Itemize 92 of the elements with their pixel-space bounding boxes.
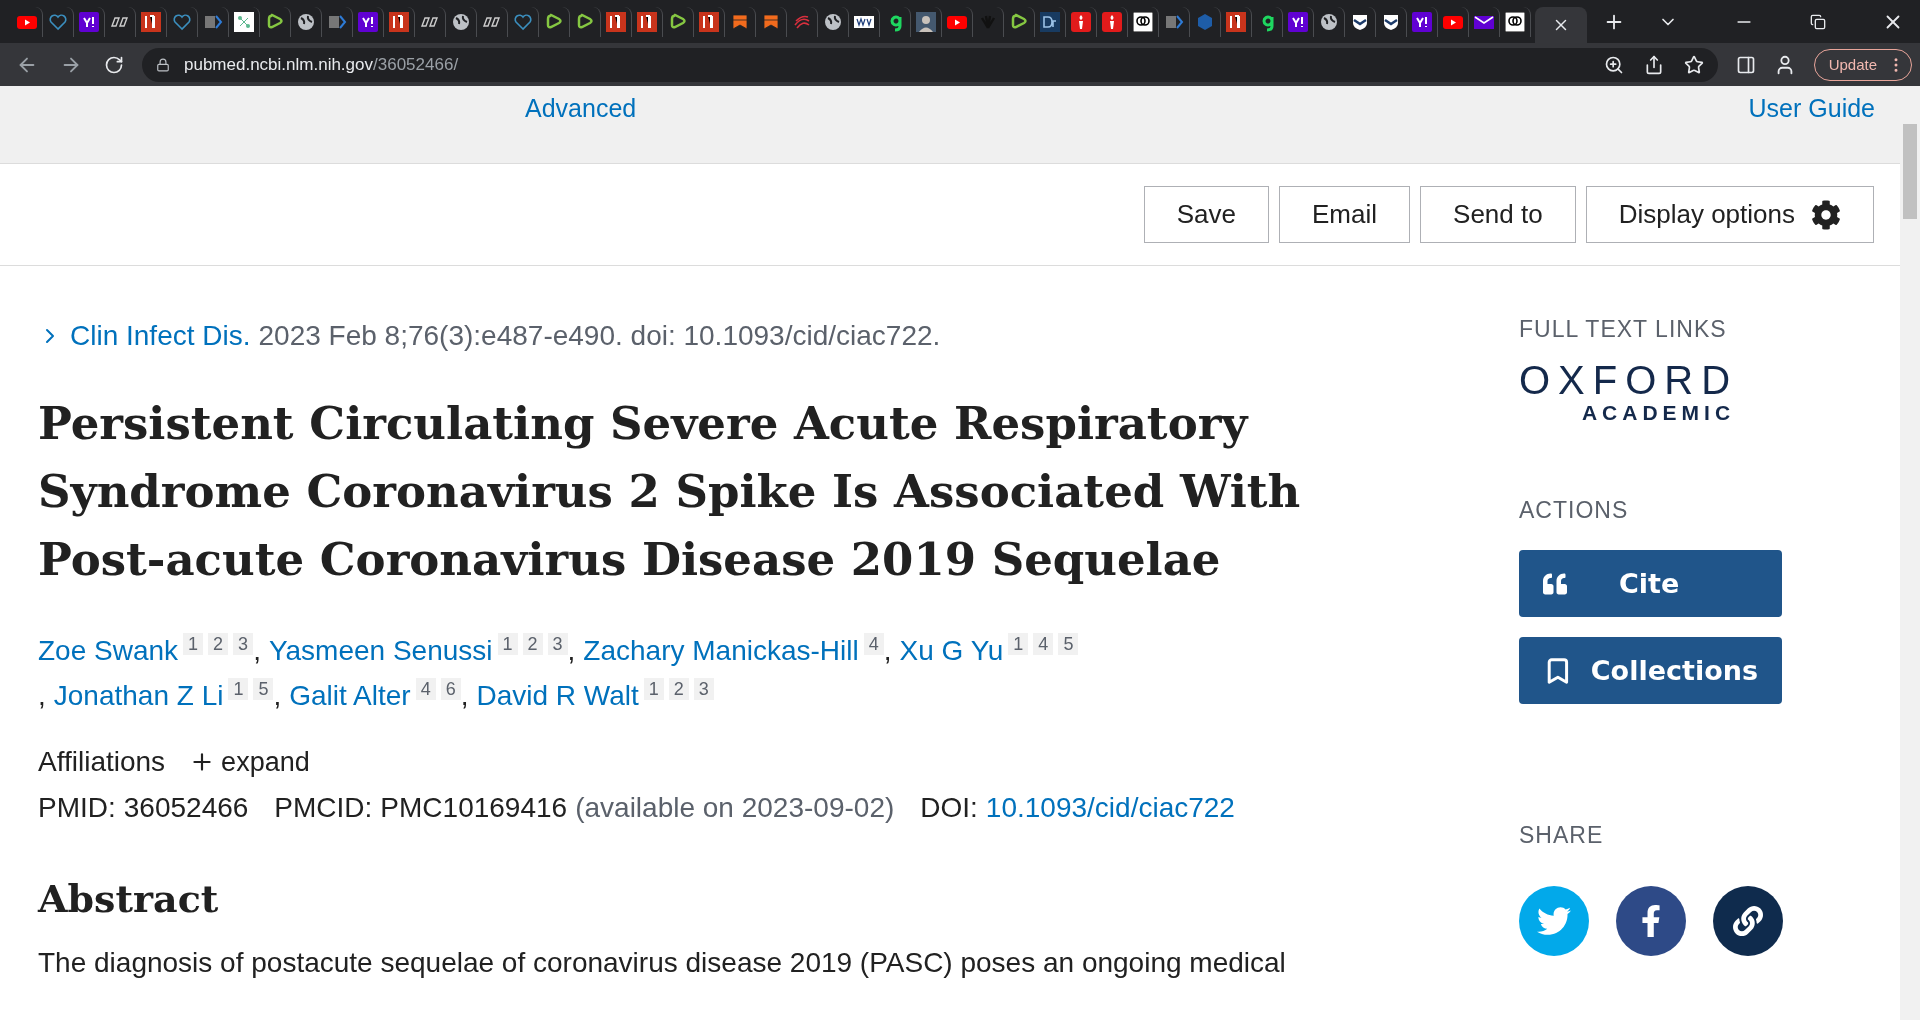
logo-icon — [1288, 11, 1308, 32]
affiliation-number[interactable]: 1 — [497, 633, 518, 655]
header-link[interactable]: User Guide — [1748, 94, 1875, 123]
affiliation-number[interactable]: 2 — [668, 678, 689, 700]
star-icon[interactable] — [1683, 54, 1704, 75]
separator-comma: , — [883, 635, 892, 666]
action-button[interactable]: Collections — [1519, 637, 1782, 704]
logo-icon — [637, 11, 657, 32]
logo-icon — [389, 11, 409, 32]
affiliation-number[interactable]: 6 — [440, 678, 461, 700]
logo-icon — [358, 11, 378, 32]
logo-icon — [606, 11, 626, 32]
affiliation-number[interactable]: 1 — [1008, 633, 1029, 655]
id-label: PMID: — [38, 792, 116, 824]
separator-comma: , — [460, 680, 469, 711]
author-link[interactable]: Galit Alter — [289, 680, 411, 711]
abstract-heading: Abstract — [38, 876, 220, 921]
author-link[interactable]: Jonathan Z Li — [53, 680, 224, 711]
logo-icon — [1226, 11, 1246, 32]
settings-icon — [1811, 199, 1841, 230]
journal-link[interactable]: Clin Infect Dis. — [70, 320, 251, 352]
section-heading: SHARE — [1519, 822, 1604, 849]
separator-comma: , — [273, 680, 282, 711]
citation-details: 2023 Feb 8;76(3):e487-e490. doi: 10.1093/cid/ciac722. — [258, 320, 941, 352]
toolbar-button[interactable]: Save — [1143, 186, 1270, 243]
side-panel-icon[interactable] — [1735, 54, 1756, 75]
section-heading: ACTIONS — [1519, 497, 1629, 524]
id-label: PMCID: — [274, 792, 373, 824]
heart-icon — [48, 11, 68, 32]
affiliations-label: Affiliations — [38, 746, 166, 778]
affiliation-number[interactable]: 4 — [863, 633, 884, 655]
availability-note: (available on 2023-09-02) — [575, 792, 895, 824]
separator-comma: , — [38, 680, 46, 711]
torch-icon — [1071, 11, 1091, 32]
affiliation-number[interactable]: 5 — [253, 678, 274, 700]
affiliation-number[interactable]: 1 — [643, 678, 664, 700]
author-link[interactable]: Zoe Swank — [38, 635, 179, 666]
logo-icon — [699, 11, 719, 32]
zoom-icon[interactable] — [1603, 54, 1624, 75]
bird-icon — [1537, 904, 1571, 938]
globe-icon — [296, 11, 316, 32]
link-icon — [1733, 906, 1763, 936]
abstract-text: The diagnosis of postacute sequelae of coronavirus disease 2019 (PASC) poses an ongoing medical — [38, 947, 1287, 979]
publisher-logo[interactable]: OXFORD ACADEMIC — [1519, 359, 1731, 425]
affiliation-number[interactable]: 3 — [547, 633, 568, 655]
toolbar-button[interactable]: Send to — [1420, 186, 1576, 243]
author-link[interactable]: Zachary Manickas-Hill — [583, 635, 859, 666]
lock-icon — [156, 57, 170, 72]
affiliation-number[interactable]: 2 — [208, 633, 229, 655]
avatar-icon — [916, 11, 936, 32]
toolbar-button[interactable]: Display options — [1585, 186, 1874, 243]
logo-icon — [1412, 11, 1432, 32]
author-link[interactable]: Xu G Yu — [899, 635, 1004, 666]
doi-link[interactable]: 10.1093/cid/ciac722 — [985, 792, 1235, 824]
affiliation-number[interactable]: 5 — [1058, 633, 1079, 655]
logo-icon — [141, 11, 161, 32]
heart-icon — [172, 11, 192, 32]
quote-icon — [1543, 571, 1567, 596]
reload-icon[interactable] — [104, 54, 124, 75]
toolbar-button[interactable]: Email — [1279, 186, 1411, 243]
affiliation-number[interactable]: 1 — [228, 678, 249, 700]
affiliation-number[interactable]: 2 — [522, 633, 543, 655]
author-link[interactable]: Yasmeen Senussi — [268, 635, 493, 666]
torch-icon — [1102, 11, 1122, 32]
logo-icon — [234, 11, 254, 32]
logo-icon — [1040, 11, 1060, 32]
affiliation-number[interactable]: 3 — [233, 633, 254, 655]
globe-icon — [1319, 11, 1339, 32]
id-label: DOI: — [920, 792, 978, 824]
affiliation-number[interactable]: 1 — [183, 633, 204, 655]
affiliation-number[interactable]: 4 — [415, 678, 436, 700]
section-heading: FULL TEXT LINKS — [1519, 316, 1727, 343]
action-button[interactable]: Cite — [1519, 550, 1782, 617]
article-title: Persistent Circulating Severe Acute Respiratory Syndrome Coronavirus 2 Spike Is Associated With Post-acute Coronavirus Disease 2019 Sequelae — [38, 396, 1302, 588]
affiliation-number[interactable]: 4 — [1033, 633, 1054, 655]
expand-toggle[interactable]: expand — [175, 746, 310, 778]
header-link[interactable]: Advanced — [525, 94, 637, 123]
separator-comma: , — [567, 635, 576, 666]
cube-icon — [1195, 11, 1215, 32]
heart-icon — [513, 11, 533, 32]
globe-icon — [823, 11, 843, 32]
scrollbar-thumb[interactable] — [1903, 124, 1917, 219]
id-value: 36052466 — [123, 792, 249, 824]
author-link[interactable]: David R Walt — [476, 680, 639, 711]
logo-icon — [1505, 11, 1525, 32]
globe-icon — [451, 11, 471, 32]
logo-icon — [1133, 11, 1153, 32]
restore-icon[interactable] — [1810, 13, 1826, 30]
logo-icon — [79, 11, 99, 32]
id-value: PMC10169416 — [380, 792, 568, 824]
separator-comma: , — [253, 635, 261, 666]
affiliation-number[interactable]: 3 — [693, 678, 714, 700]
